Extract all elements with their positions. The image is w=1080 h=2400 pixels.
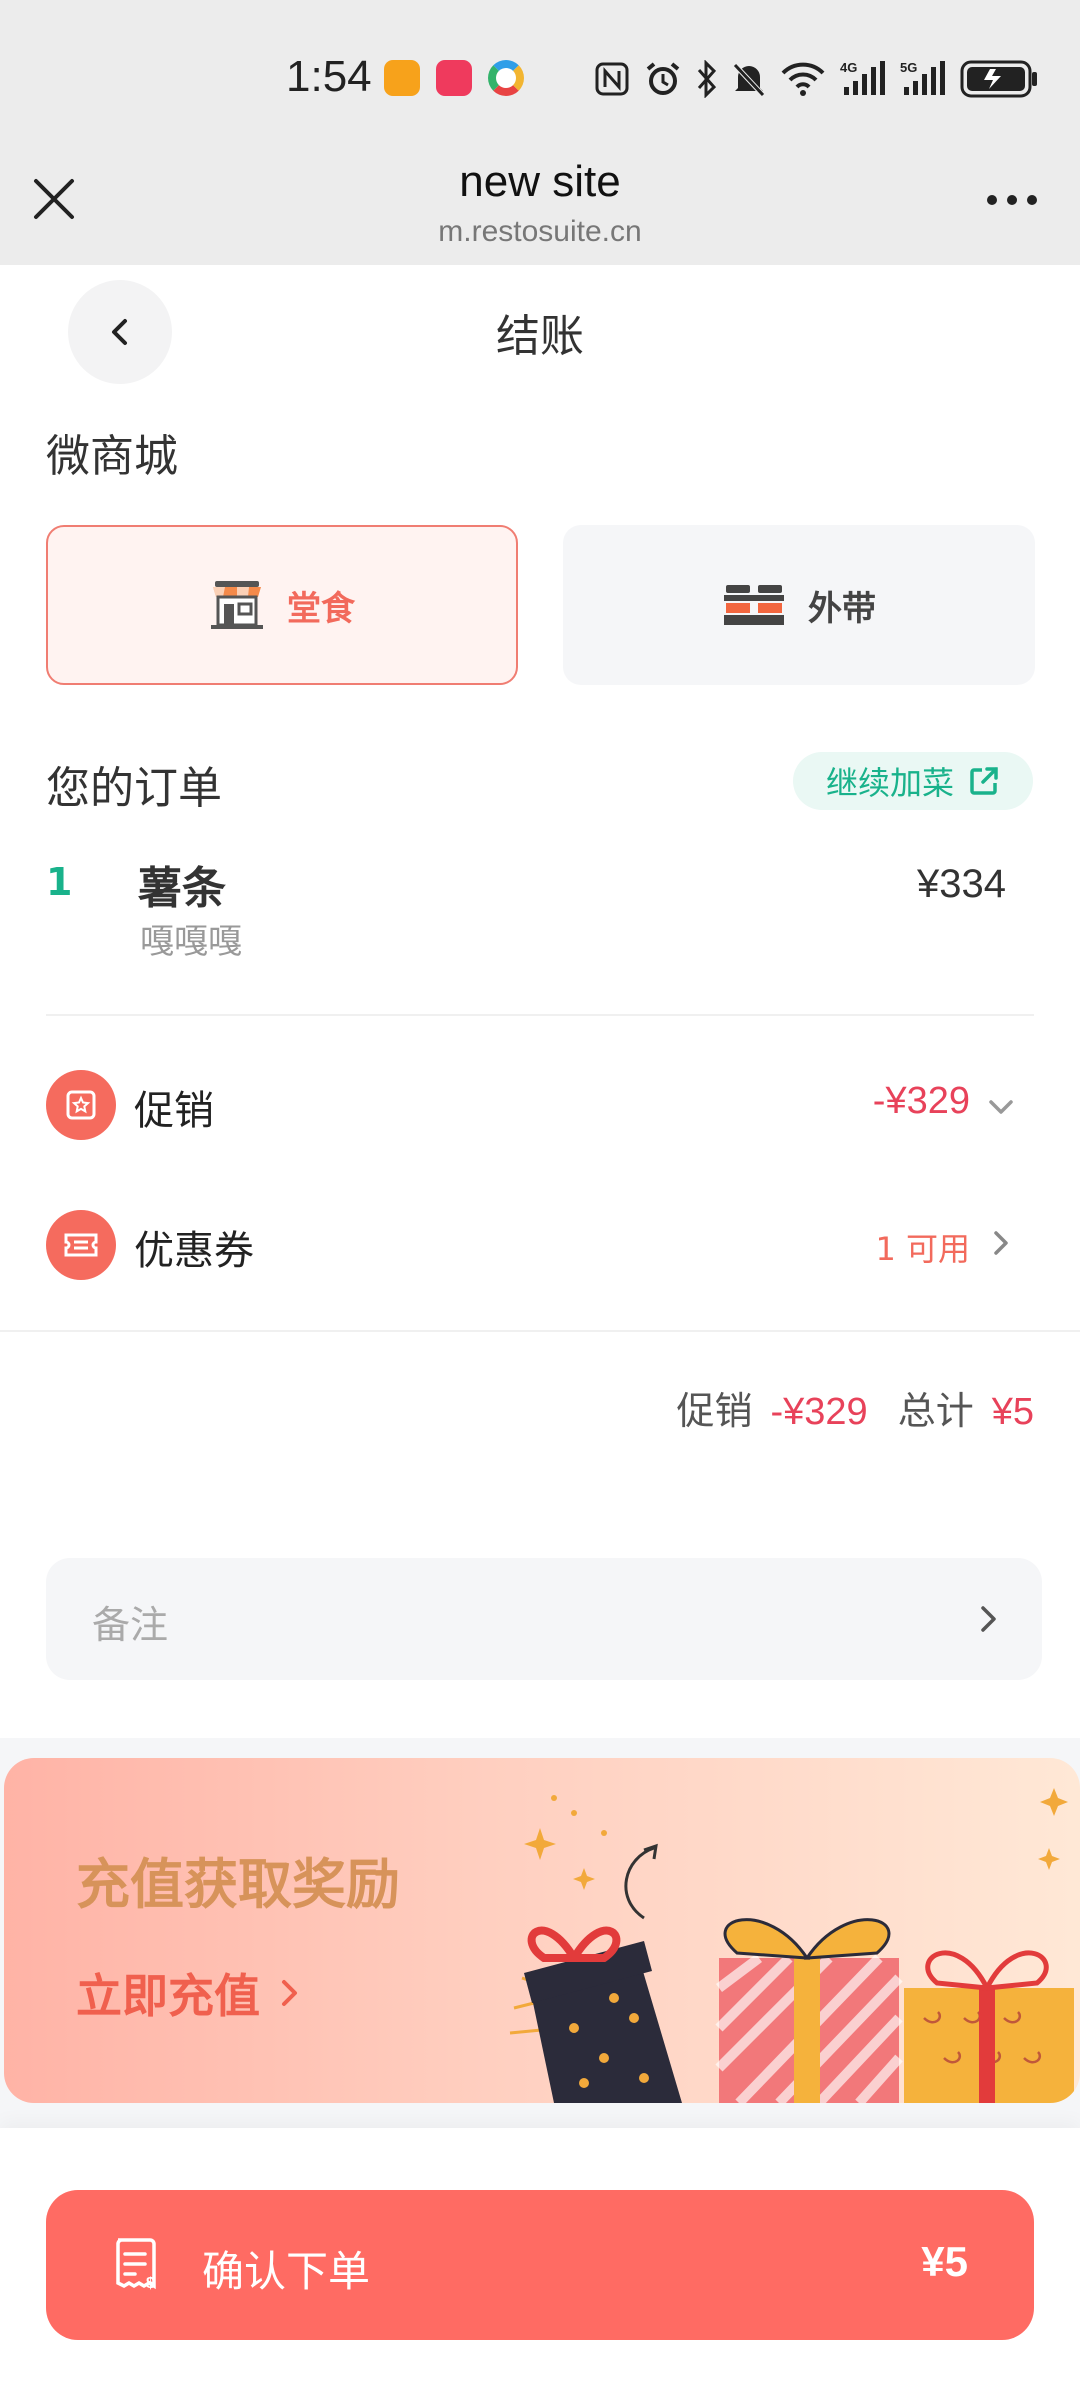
battery-charging-icon (960, 60, 1037, 98)
dine-in-option[interactable]: 堂食 (46, 525, 518, 685)
gift-boxes-illustration (509, 1788, 1074, 2103)
divider (46, 1014, 1034, 1016)
item-description: 嘎嘎嘎 (140, 922, 242, 962)
recharge-banner[interactable]: 充值获取奖励 立即充值 (4, 1758, 1080, 2103)
summary-total-label: 总计 (897, 1389, 974, 1433)
add-more-button[interactable]: 继续加菜 (793, 752, 1033, 810)
signal-5g-icon: 5G (900, 60, 945, 95)
chevron-right-icon (981, 1606, 996, 1632)
confirm-order-button[interactable]: $ 确认下单 ¥5 (46, 2190, 1034, 2340)
order-total: ¥5 (921, 2238, 968, 2285)
coupon-available: 1 可用 (875, 1230, 970, 1268)
browser-url: m.restosuite.cn (438, 215, 642, 248)
banner-title: 充值获取奖励 (76, 1853, 400, 1916)
huawei-appgallery-icon (436, 60, 472, 96)
external-link-icon (970, 767, 998, 795)
confirm-order-label: 确认下单 (202, 2247, 371, 2296)
dine-in-label: 堂食 (287, 588, 355, 629)
promotion-value: -¥329 (872, 1080, 970, 1122)
browser-title: new site (459, 157, 621, 206)
chevron-right-icon (282, 1980, 297, 2006)
more-options-icon[interactable] (982, 185, 1042, 215)
summary-total-value: ¥5 (991, 1391, 1034, 1433)
divider (0, 1330, 1080, 1332)
recharge-now-label: 立即充值 (76, 1969, 260, 2023)
reader-app-icon (384, 60, 420, 96)
summary-promo-label: 促销 (676, 1389, 753, 1433)
signal-4g-icon: 4G (840, 60, 885, 95)
coupon-icon (46, 1210, 116, 1280)
recharge-now-link[interactable]: 立即充值 (76, 1960, 306, 2026)
order-heading: 您的订单 (46, 763, 222, 814)
svg-text:5G: 5G (900, 60, 917, 75)
takeaway-icon (724, 585, 784, 625)
bluetooth-icon (697, 60, 717, 98)
status-time: 1:54 (286, 52, 372, 101)
svg-text:4G: 4G (840, 60, 857, 75)
order-summary: 促销 -¥329 总计 ¥5 (676, 1380, 1034, 1435)
summary-promo-value: -¥329 (770, 1391, 868, 1433)
page-title: 结账 (496, 311, 584, 362)
takeaway-option[interactable]: 外带 (563, 525, 1035, 685)
notes-placeholder: 备注 (92, 1603, 169, 1647)
chevron-right-icon (994, 1231, 1008, 1255)
alarm-icon (646, 62, 680, 95)
nfc-icon (595, 62, 629, 96)
add-more-label: 继续加菜 (825, 764, 954, 802)
receipt-icon: $ (116, 2238, 156, 2292)
promotion-icon (46, 1070, 116, 1140)
chevron-down-icon (989, 1100, 1013, 1114)
silent-icon (733, 63, 765, 97)
wifi-icon (781, 62, 825, 96)
item-name: 薯条 (138, 863, 226, 914)
storefront-icon (211, 581, 263, 629)
item-quantity: 1 (46, 860, 73, 904)
notes-field[interactable]: 备注 (46, 1558, 1042, 1680)
item-price: ¥334 (917, 862, 1006, 906)
pinwheel-app-icon (488, 60, 524, 96)
status-bar: 1:54 4G 5G (0, 0, 1080, 145)
promotion-label: 促销 (134, 1088, 214, 1134)
coupon-label: 优惠券 (134, 1228, 254, 1274)
shop-name: 微商城 (46, 431, 178, 482)
browser-bar: new site m.restosuite.cn (0, 145, 1080, 265)
takeaway-label: 外带 (808, 588, 876, 629)
svg-text:$: $ (146, 2275, 155, 2292)
